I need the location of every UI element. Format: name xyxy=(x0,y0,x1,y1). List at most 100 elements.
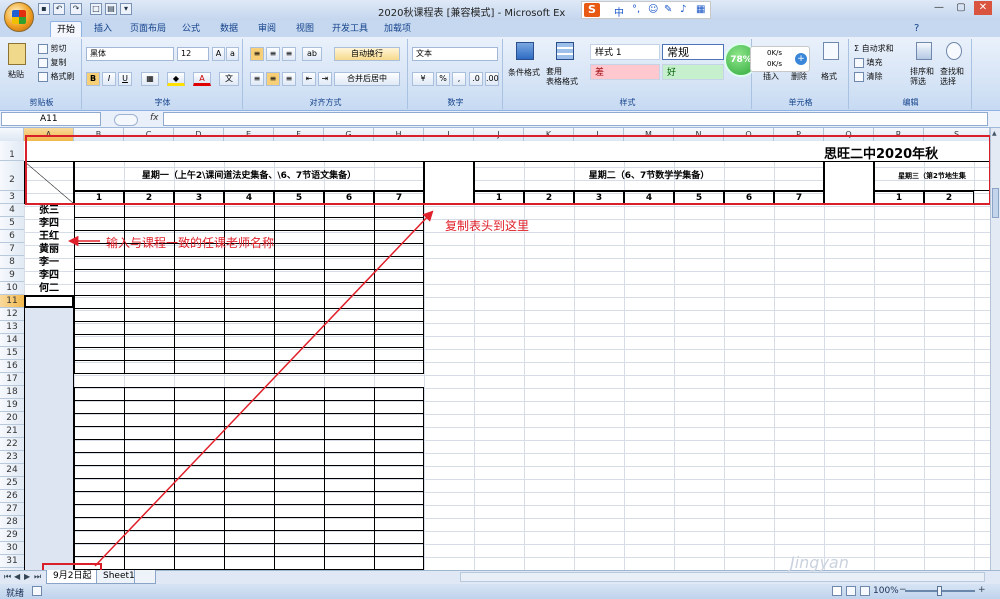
ime-emoji-icon[interactable]: ☺ xyxy=(648,4,658,15)
number-format-combo[interactable]: 文本 xyxy=(412,47,498,61)
teacher-name[interactable]: 李一 xyxy=(24,256,74,269)
select-all-corner[interactable] xyxy=(0,128,24,141)
tab-home[interactable]: 开始 xyxy=(50,21,83,38)
row-header[interactable]: 5 xyxy=(0,217,24,230)
ime-handwrite-icon[interactable]: ✎ xyxy=(664,4,672,15)
new-file-icon[interactable]: □ xyxy=(90,3,102,15)
print-icon[interactable]: ▤ xyxy=(105,3,117,15)
row-header[interactable]: 18 xyxy=(0,386,24,399)
zoom-slider-knob[interactable] xyxy=(937,586,942,596)
sheet-tab-active[interactable]: 9月2日起 xyxy=(46,570,99,584)
align-middle-icon[interactable]: ≡ xyxy=(266,47,280,61)
copy-button[interactable]: 复制 xyxy=(38,57,67,68)
orientation-icon[interactable]: ab xyxy=(302,47,322,61)
style-1-cell[interactable]: 样式 1 xyxy=(590,44,660,60)
selected-range[interactable] xyxy=(24,295,74,571)
increase-indent-icon[interactable]: ⇥ xyxy=(318,72,332,86)
delete-cells-button[interactable]: 删除 xyxy=(791,71,807,82)
save-icon[interactable]: ▪ xyxy=(38,3,50,15)
borders-icon[interactable]: ▦ xyxy=(141,72,159,86)
row-header[interactable]: 10 xyxy=(0,282,24,295)
tab-addins[interactable]: 加载项 xyxy=(378,21,417,37)
align-bottom-icon[interactable]: ≡ xyxy=(282,47,296,61)
format-as-table-button[interactable]: 套用 表格格式 xyxy=(546,67,578,87)
active-cell[interactable] xyxy=(24,295,74,308)
undo-icon[interactable]: ↶ xyxy=(53,3,65,15)
insert-cells-button[interactable]: 插入 xyxy=(763,71,779,82)
vertical-scrollbar[interactable]: ▲ xyxy=(990,128,1000,571)
maximize-button[interactable]: ▢ xyxy=(952,1,970,15)
increase-decimal-icon[interactable]: .0 xyxy=(469,72,483,86)
sogou-ime-logo[interactable]: S xyxy=(584,3,600,17)
bold-button[interactable]: B xyxy=(86,72,100,86)
formula-input[interactable] xyxy=(163,112,988,126)
teacher-name[interactable]: 何二 xyxy=(24,282,74,295)
zoom-out-icon[interactable]: − xyxy=(899,585,907,595)
paste-button[interactable]: 粘贴 xyxy=(8,69,24,80)
row-header[interactable]: 21 xyxy=(0,425,24,438)
teacher-name[interactable]: 张三 xyxy=(24,204,74,217)
tab-data[interactable]: 数据 xyxy=(214,21,244,37)
tab-view[interactable]: 视图 xyxy=(290,21,320,37)
font-name-combo[interactable]: 黑体 xyxy=(86,47,174,61)
close-button[interactable]: ✕ xyxy=(974,1,992,15)
find-icon[interactable] xyxy=(946,42,962,60)
row-header[interactable]: 12 xyxy=(0,308,24,321)
align-right-icon[interactable]: ≡ xyxy=(282,72,296,86)
monday-timetable-body[interactable] xyxy=(74,204,424,374)
cut-button[interactable]: 剪切 xyxy=(38,43,67,54)
ime-punctuation[interactable]: °, xyxy=(632,4,640,15)
last-sheet-icon[interactable]: ⏭ xyxy=(34,572,41,582)
redo-icon[interactable]: ↷ xyxy=(70,3,82,15)
row-header[interactable]: 29 xyxy=(0,529,24,542)
decrease-indent-icon[interactable]: ⇤ xyxy=(302,72,316,86)
sort-filter-button[interactable]: 排序和 筛选 xyxy=(910,67,934,87)
row-header[interactable]: 6 xyxy=(0,230,24,243)
row-header[interactable]: 23 xyxy=(0,451,24,464)
next-sheet-icon[interactable]: ▶ xyxy=(24,572,30,581)
minimize-button[interactable]: — xyxy=(930,1,948,15)
row-header[interactable]: 8 xyxy=(0,256,24,269)
row-header[interactable]: 31 xyxy=(0,555,24,568)
decrease-decimal-icon[interactable]: .00 xyxy=(485,72,499,86)
first-sheet-icon[interactable]: ⏮ xyxy=(4,572,11,582)
teacher-name[interactable]: 李四 xyxy=(24,217,74,230)
row-header[interactable]: 7 xyxy=(0,243,24,256)
ime-voice-icon[interactable]: ♪ xyxy=(680,4,686,15)
style-good-cell[interactable]: 好 xyxy=(662,64,724,80)
horizontal-scrollbar[interactable] xyxy=(460,572,985,582)
tab-insert[interactable]: 插入 xyxy=(88,21,118,37)
customize-qat-icon[interactable]: ▾ xyxy=(120,3,132,15)
tab-developer[interactable]: 开发工具 xyxy=(326,21,374,37)
zoom-level[interactable]: 100% xyxy=(873,586,899,596)
monday-timetable-body-lower[interactable] xyxy=(74,387,424,571)
format-cells-button[interactable]: 格式 xyxy=(821,71,837,82)
ime-toolbox-icon[interactable]: ▦ xyxy=(696,4,705,15)
shrink-font-button[interactable]: a xyxy=(226,47,239,61)
autosum-button[interactable]: Σ 自动求和 xyxy=(854,43,894,54)
merge-center-button[interactable]: 合并后居中 xyxy=(334,72,400,86)
row-header[interactable]: 3 xyxy=(0,191,24,204)
prev-sheet-icon[interactable]: ◀ xyxy=(14,572,20,581)
row-header[interactable]: 30 xyxy=(0,542,24,555)
row-header[interactable]: 13 xyxy=(0,321,24,334)
font-color-icon[interactable]: A xyxy=(193,72,211,86)
office-button[interactable] xyxy=(4,2,34,32)
fill-button[interactable]: 填充 xyxy=(854,57,883,68)
row-header[interactable]: 15 xyxy=(0,347,24,360)
sort-filter-icon[interactable] xyxy=(916,42,932,60)
comma-button[interactable]: , xyxy=(452,72,466,86)
row-header[interactable]: 22 xyxy=(0,438,24,451)
conditional-format-button[interactable]: 条件格式 xyxy=(508,67,540,78)
grow-font-button[interactable]: A xyxy=(212,47,225,61)
find-select-button[interactable]: 查找和 选择 xyxy=(940,67,964,87)
row-header[interactable]: 9 xyxy=(0,269,24,282)
scroll-up-icon[interactable]: ▲ xyxy=(992,130,999,138)
row-header[interactable]: 1 xyxy=(0,141,24,161)
row-header[interactable]: 25 xyxy=(0,477,24,490)
currency-icon[interactable]: ¥ xyxy=(412,72,434,86)
teacher-name[interactable]: 黄丽 xyxy=(24,243,74,256)
worksheet-grid[interactable]: 思旺二中2020年秋 星期一（上午2\课间道法史集备、\6、7节语文集备） 星期… xyxy=(24,141,990,571)
row-header[interactable]: 16 xyxy=(0,360,24,373)
row-header[interactable]: 27 xyxy=(0,503,24,516)
